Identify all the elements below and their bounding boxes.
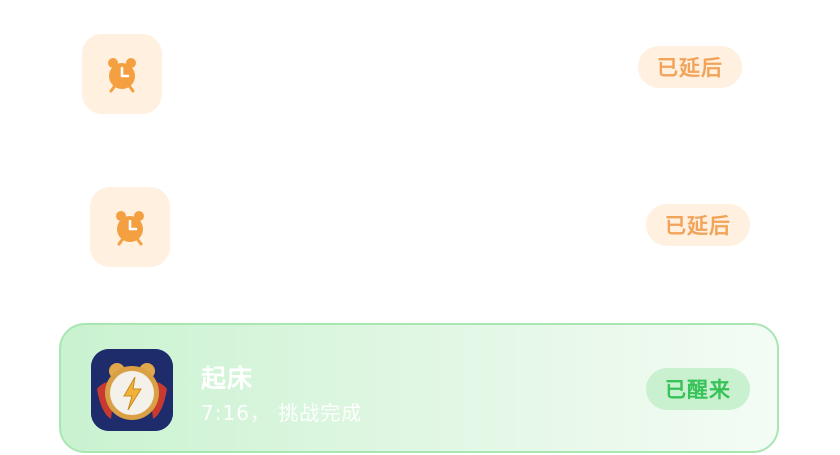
snoozed-status-badge: 已延后 [646, 204, 750, 246]
alarm-subtitle: 7:16， 挑战完成 [201, 401, 363, 425]
alarm-clock-icon [90, 187, 170, 267]
alarm-row-1[interactable]: 已延后 [0, 0, 840, 150]
awake-status-badge: 已醒来 [646, 368, 750, 410]
active-alarm-card[interactable]: 起床 7:16， 挑战完成 已醒来 [59, 323, 779, 453]
alarm-row-2[interactable]: 已延后 [0, 160, 840, 310]
alarm-clock-icon [82, 34, 162, 114]
snoozed-status-badge: 已延后 [638, 46, 742, 88]
alarm-title: 起床 [201, 364, 254, 393]
lightning-alarm-app-icon [91, 349, 173, 431]
